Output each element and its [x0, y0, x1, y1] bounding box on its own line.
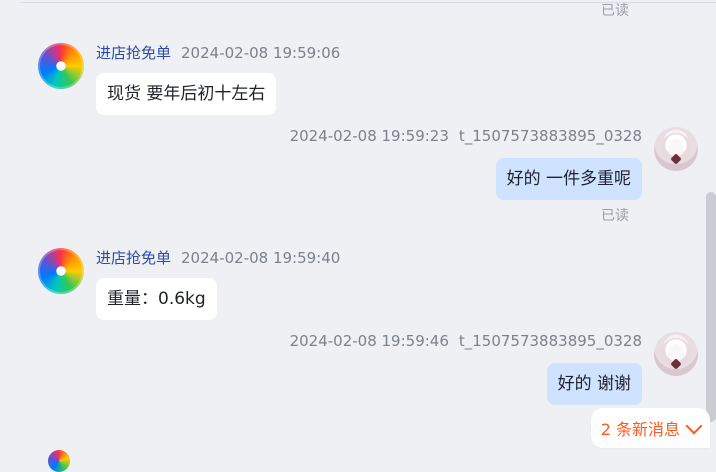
user-avatar[interactable]: [654, 127, 698, 171]
message-meta: 进店抢免单 2024-02-08 19:59:40: [96, 247, 340, 268]
message-bubble-outgoing: 好的 一件多重呢: [495, 158, 642, 200]
message-meta: 2024-02-08 19:59:46 t_1507573883895_0328: [290, 332, 642, 350]
message-timestamp: 2024-02-08 19:59:23: [289, 127, 449, 145]
sender-name[interactable]: 进店抢免单: [96, 44, 171, 62]
message-meta: 进店抢免单 2024-02-08 19:59:06: [96, 42, 340, 63]
sender-name: t_1507573883895_0328: [458, 332, 642, 350]
message-timestamp: 2024-02-08 19:59:40: [181, 249, 341, 267]
read-receipt: 已读: [601, 3, 629, 19]
user-avatar[interactable]: [654, 332, 698, 376]
new-messages-label: 2 条新消息: [600, 420, 680, 439]
message-timestamp: 2024-02-08 19:59:06: [181, 44, 341, 62]
message-timestamp: 2024-02-08 19:59:46: [289, 332, 449, 350]
chevron-down-icon: [685, 417, 703, 435]
message-meta: 2024-02-08 19:59:23 t_1507573883895_0328: [290, 127, 642, 145]
sender-avatar[interactable]: [38, 43, 84, 89]
message-bubble-outgoing: 好的 谢谢: [546, 363, 642, 405]
sender-avatar[interactable]: [48, 450, 70, 472]
new-messages-button[interactable]: 2 条新消息: [590, 408, 710, 448]
message-bubble-incoming: 重量：0.6kg: [96, 278, 217, 320]
read-receipt: 已读: [601, 208, 629, 224]
sender-avatar[interactable]: [38, 248, 84, 294]
sender-name: t_1507573883895_0328: [458, 127, 642, 145]
sender-name[interactable]: 进店抢免单: [96, 249, 171, 267]
message-bubble-incoming: 现货 要年后初十左右: [96, 73, 277, 115]
scrollbar-thumb[interactable]: [706, 192, 716, 422]
